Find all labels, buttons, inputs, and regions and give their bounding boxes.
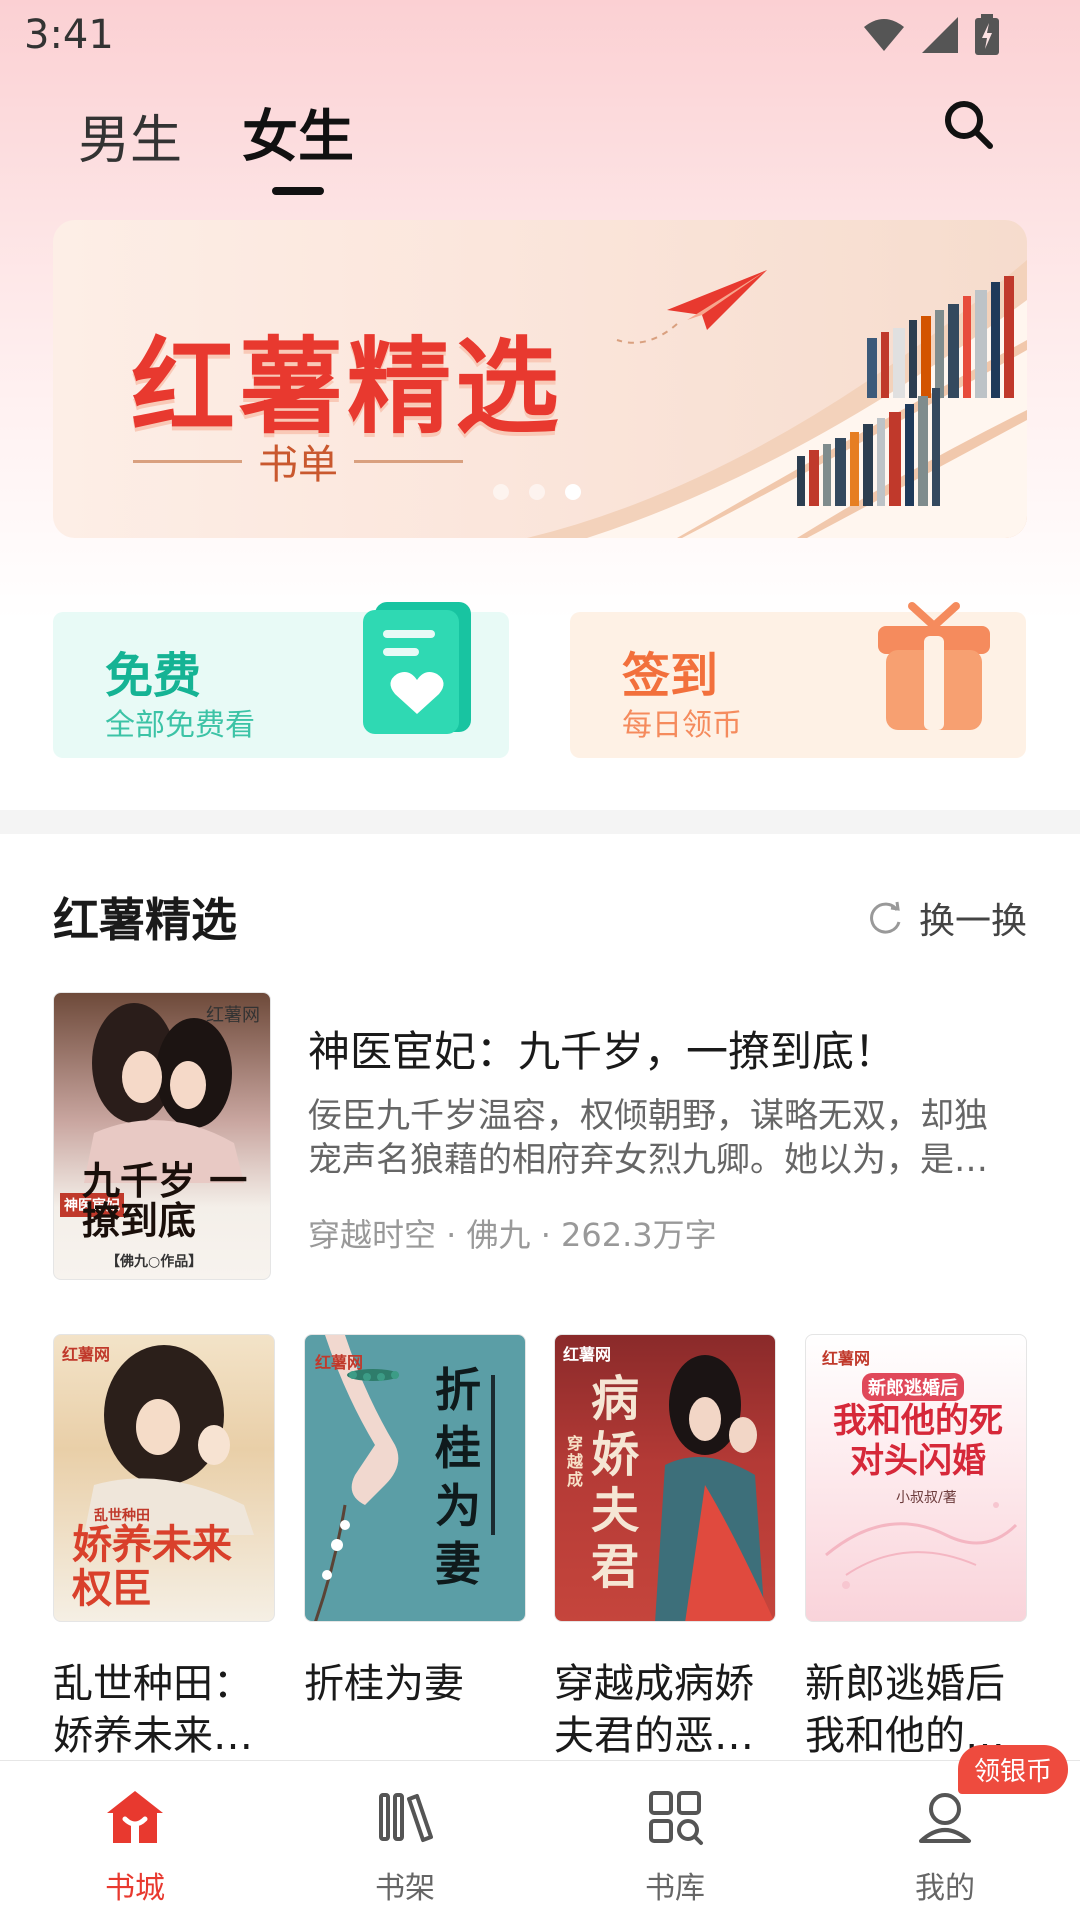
book-cover[interactable]: 红薯网 穿越成 病娇夫君 — [554, 1334, 776, 1622]
status-bar: 3:41 — [0, 0, 1080, 72]
book-title[interactable]: 穿越成病娇夫君的恶… — [554, 1658, 764, 1762]
bookshelf-icon — [379, 1793, 433, 1842]
featured-book-desc: 佞臣九千岁温容，权倾朝野，谋略无双，却独宠声名狼藉的相府弃女烈九卿。她以为，是… — [308, 1096, 988, 1180]
cover-title-art: 娇养未来权臣 — [72, 1521, 232, 1612]
section-divider — [0, 810, 1080, 834]
book-card[interactable]: 红薯网 新郎逃婚后 我和他的死对头闪婚 小叔叔/著 新郎逃婚后我和他的… — [805, 1334, 1027, 1762]
book-heart-icon — [363, 602, 471, 734]
library-grid-icon — [649, 1791, 703, 1845]
free-reading-card[interactable]: 免费 全部免费看 — [53, 602, 509, 758]
section-title: 红薯精选 — [53, 893, 237, 947]
gender-tabs: 男生 女生 — [78, 92, 354, 195]
banner-subtitle-line-left — [133, 459, 242, 463]
featured-book-meta: 穿越时空 · 佛九 · 262.3万字 — [308, 1216, 717, 1254]
cover-brand: 红薯网 — [563, 1345, 612, 1364]
search-icon[interactable] — [940, 96, 996, 152]
banner-dot-active[interactable] — [565, 484, 581, 500]
free-card-desc: 全部免费看 — [105, 708, 255, 743]
banner-title: 红薯精选 — [131, 326, 564, 448]
profile-icon — [919, 1793, 971, 1843]
status-icons — [862, 14, 1000, 56]
cover-title-art: 折桂为妻 — [435, 1363, 481, 1591]
silver-coin-badge[interactable]: 领银币 — [958, 1745, 1069, 1794]
banner-subtitle-line-right — [354, 459, 463, 463]
nav-label: 书库 — [645, 1871, 705, 1906]
featured-book-title[interactable]: 神医宦妃：九千岁，一撩到底！ — [308, 1018, 896, 1079]
nav-label: 书城 — [105, 1871, 165, 1906]
cover-brand: 红薯网 — [206, 1005, 260, 1026]
cover-author: 【佛九○作品】 — [106, 1254, 203, 1270]
signal-icon — [922, 17, 958, 53]
featured-book-cover[interactable]: 红薯网 神医宦妃 九千岁 一撩到底 【佛九○作品】 — [53, 992, 271, 1280]
book-card[interactable]: 红薯网 乱世种田 娇养未来权臣 乱世种田：娇养未来… — [53, 1334, 275, 1762]
gift-box-icon — [878, 602, 990, 730]
sign-card-desc: 每日领币 — [622, 708, 742, 743]
promo-banner[interactable]: 红薯精选 书单 — [53, 220, 1027, 538]
banner-subtitle: 书单 — [258, 442, 338, 488]
banner-dot[interactable] — [529, 484, 545, 500]
banner-dot[interactable] — [493, 484, 509, 500]
book-cover[interactable]: 红薯网 新郎逃婚后 我和他的死对头闪婚 小叔叔/著 — [805, 1334, 1027, 1622]
sign-card-title: 签到 — [622, 648, 719, 704]
nav-item-bookstore[interactable]: 书城 — [0, 1761, 270, 1920]
refresh-label: 换一换 — [918, 901, 1027, 942]
cover-brand: 红薯网 — [62, 1345, 111, 1364]
battery-icon — [975, 14, 999, 55]
book-title[interactable]: 乱世种田：娇养未来… — [53, 1658, 263, 1762]
free-card-title: 免费 — [105, 648, 202, 704]
wifi-icon — [864, 19, 904, 51]
book-cover[interactable]: 红薯网 折桂为妻 — [304, 1334, 526, 1622]
cover-title-art: 我和他的死对头闪婚 — [833, 1401, 1003, 1481]
nav-item-library[interactable]: 书库 — [540, 1761, 810, 1920]
cover-title-art: 病娇夫君 — [591, 1371, 640, 1595]
bottom-nav: 书城 书架 书库 领银币 我的 — [0, 1745, 1080, 1920]
banner-pagination — [493, 484, 581, 500]
sign-in-card[interactable]: 签到 每日领币 — [570, 602, 1026, 758]
cover-illustration — [314, 1335, 495, 1621]
cover-title-art: 九千岁 一撩到底 — [82, 1158, 248, 1243]
cover-brand: 红薯网 — [315, 1353, 364, 1372]
nav-item-bookshelf[interactable]: 书架 — [270, 1761, 540, 1920]
tab-male[interactable]: 男生 — [78, 98, 182, 195]
cover-author: 小叔叔/著 — [896, 1490, 957, 1506]
book-card[interactable]: 红薯网 穿越成 病娇夫君 穿越成病娇夫君的恶… — [554, 1334, 776, 1762]
cover-illustration — [655, 1355, 775, 1621]
refresh-icon — [870, 901, 901, 934]
nav-label: 我的 — [915, 1871, 975, 1906]
tab-female[interactable]: 女生 — [242, 92, 354, 195]
status-time: 3:41 — [24, 12, 114, 58]
refresh-button[interactable]: 换一换 — [865, 892, 1027, 944]
cover-tag: 新郎逃婚后 — [862, 1373, 964, 1401]
banner-subtitle-wrap: 书单 — [133, 432, 463, 490]
home-icon — [107, 1791, 163, 1843]
nav-item-profile[interactable]: 领银币 我的 — [810, 1745, 1080, 1920]
book-card[interactable]: 红薯网 折桂为妻 折桂为妻 — [304, 1334, 526, 1710]
book-cover[interactable]: 红薯网 乱世种田 娇养未来权臣 — [53, 1334, 275, 1622]
cover-tag: 穿越成 — [567, 1434, 584, 1489]
cover-brand: 红薯网 — [822, 1349, 871, 1368]
book-title[interactable]: 折桂为妻 — [304, 1658, 514, 1710]
nav-label: 书架 — [375, 1871, 435, 1906]
